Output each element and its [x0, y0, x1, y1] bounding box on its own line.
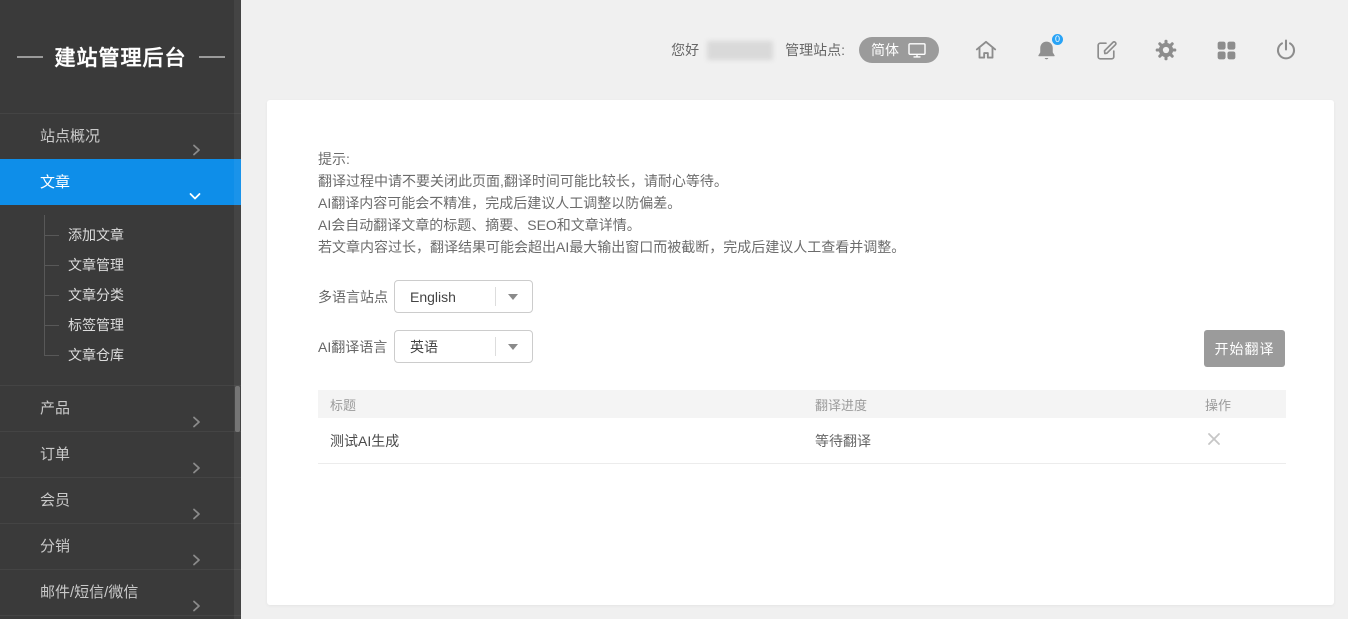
sidebar-item-products[interactable]: 产品 [0, 385, 241, 431]
sidebar-item-email-sms-wechat[interactable]: 邮件/短信/微信 [0, 569, 241, 615]
ai-translate-lang-value: 英语 [395, 337, 495, 357]
app-logo: 建站管理后台 [0, 0, 241, 113]
close-icon[interactable] [1205, 430, 1223, 448]
chevron-down-icon [508, 344, 518, 350]
sidebar-item-distribution[interactable]: 分销 [0, 523, 241, 569]
sidebar-scrollbar-thumb[interactable] [235, 386, 240, 432]
monitor-icon [907, 42, 927, 59]
tip-line: AI会自动翻译文章的标题、摘要、SEO和文章详情。 [318, 214, 905, 236]
translate-table: 标题 翻译进度 操作 测试AI生成 等待翻译 [318, 390, 1286, 464]
tips-block: 提示: 翻译过程中请不要关闭此页面,翻译时间可能比较长，请耐心等待。 AI翻译内… [318, 148, 905, 258]
tip-line: 若文章内容过长，翻译结果可能会超出AI最大输出窗口而被截断，完成后建议人工查看并… [318, 236, 905, 258]
tip-line: AI翻译内容可能会不精准，完成后建议人工调整以防偏差。 [318, 192, 905, 214]
row-title: 测试AI生成 [318, 431, 803, 451]
sidebar-item-label: 订单 [40, 446, 70, 463]
articles-submenu: 添加文章 文章管理 文章分类 标签管理 文章仓库 [0, 205, 241, 385]
sidebar-item-label: 邮件/短信/微信 [40, 584, 138, 601]
sidebar: 建站管理后台 站点概况 文章 添加文章 文章管理 文章分类 标签管理 文章仓库 … [0, 0, 241, 619]
username-redacted [707, 41, 773, 60]
manage-site-label: 管理站点: [785, 40, 845, 60]
home-icon[interactable] [973, 37, 999, 63]
multilang-site-label: 多语言站点 [318, 287, 394, 307]
ai-translate-lang-row: AI翻译语言 英语 [318, 330, 533, 363]
tip-line: 翻译过程中请不要关闭此页面,翻译时间可能比较长，请耐心等待。 [318, 170, 905, 192]
column-header-progress: 翻译进度 [803, 395, 1193, 414]
logo-dash [17, 56, 43, 58]
sidebar-item-label: 站点概况 [40, 128, 100, 145]
edit-icon[interactable] [1093, 37, 1119, 63]
chevron-down-icon [508, 294, 518, 300]
notifications-icon[interactable]: 0 [1033, 37, 1059, 63]
start-translate-button[interactable]: 开始翻译 [1204, 330, 1285, 367]
sidebar-item-label: 会员 [40, 492, 70, 509]
tip-line: 提示: [318, 148, 905, 170]
content-card: 提示: 翻译过程中请不要关闭此页面,翻译时间可能比较长，请耐心等待。 AI翻译内… [267, 100, 1334, 605]
row-progress: 等待翻译 [803, 431, 1193, 451]
ai-translate-lang-select[interactable]: 英语 [394, 330, 533, 363]
select-divider [495, 287, 496, 306]
select-divider [495, 337, 496, 356]
sidebar-item-article-repository[interactable]: 文章仓库 [0, 340, 241, 370]
sidebar-divider [0, 615, 241, 619]
multilang-site-select[interactable]: English [394, 280, 533, 313]
logo-dash [199, 56, 225, 58]
table-row: 测试AI生成 等待翻译 [318, 418, 1286, 464]
ai-translate-lang-label: AI翻译语言 [318, 337, 394, 357]
sidebar-item-article-categories[interactable]: 文章分类 [0, 280, 241, 310]
sidebar-item-label: 分销 [40, 538, 70, 555]
sidebar-item-article-management[interactable]: 文章管理 [0, 250, 241, 280]
settings-icon[interactable] [1153, 37, 1179, 63]
sidebar-item-members[interactable]: 会员 [0, 477, 241, 523]
multilang-site-row: 多语言站点 English [318, 280, 533, 313]
top-header: 您好 管理站点: 简体 0 [241, 0, 1348, 100]
app-title: 建站管理后台 [55, 42, 187, 72]
site-language-badge[interactable]: 简体 [859, 37, 939, 63]
column-header-title: 标题 [318, 395, 803, 414]
sidebar-item-add-article[interactable]: 添加文章 [0, 220, 241, 250]
apps-icon[interactable] [1213, 37, 1239, 63]
site-language-label: 简体 [871, 40, 899, 60]
row-action-cell [1193, 430, 1286, 451]
sidebar-item-articles[interactable]: 文章 [0, 159, 241, 205]
sidebar-scrollbar-track [234, 0, 241, 619]
sidebar-item-label: 产品 [40, 400, 70, 417]
sidebar-item-site-overview[interactable]: 站点概况 [0, 113, 241, 159]
sidebar-item-tag-management[interactable]: 标签管理 [0, 310, 241, 340]
table-header-row: 标题 翻译进度 操作 [318, 390, 1286, 418]
multilang-site-value: English [395, 289, 495, 305]
sidebar-item-label: 文章 [40, 174, 70, 191]
greeting-label: 您好 [671, 40, 699, 60]
notification-count-badge: 0 [1050, 32, 1065, 47]
power-icon[interactable] [1273, 37, 1299, 63]
column-header-action: 操作 [1193, 395, 1286, 414]
sidebar-item-orders[interactable]: 订单 [0, 431, 241, 477]
